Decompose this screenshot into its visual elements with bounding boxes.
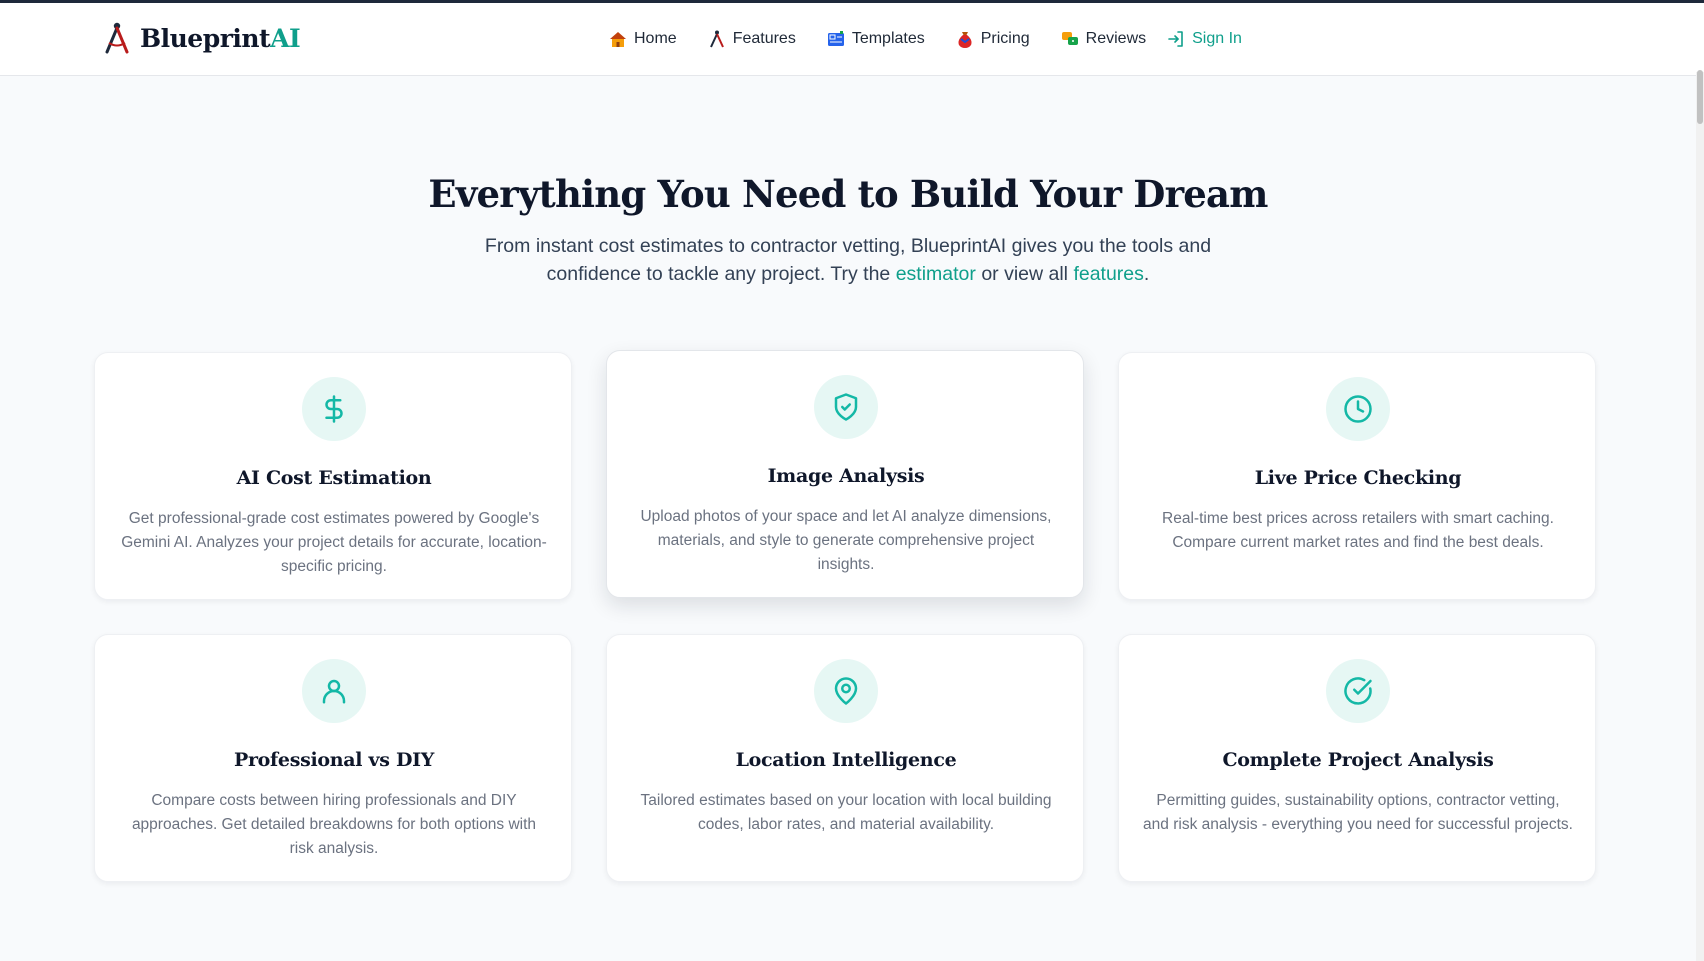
user-icon (322, 679, 346, 704)
nav-pricing-label: Pricing (980, 30, 1030, 47)
feature-icon-badge (302, 659, 366, 723)
nav-features[interactable]: Features (707, 29, 796, 49)
brand-logo[interactable]: BlueprintAI (102, 21, 301, 55)
house-emoji-icon (610, 32, 626, 47)
feature-card-complete-project-analysis: Complete Project Analysis Permitting gui… (1118, 634, 1596, 882)
feature-description: Permitting guides, sustainability option… (1143, 792, 1573, 833)
nav-pricing[interactable]: Pricing (955, 29, 1030, 49)
nav-reviews-label: Reviews (1085, 30, 1147, 47)
feature-icon-badge (1326, 659, 1390, 723)
features-link[interactable]: features (1073, 263, 1143, 285)
blueprint-emoji-icon (827, 31, 844, 46)
scrollbar-thumb[interactable] (1697, 70, 1703, 124)
nav-templates-label: Templates (851, 30, 925, 47)
feature-icon-badge (814, 375, 878, 439)
nav-templates[interactable]: Templates (826, 29, 925, 49)
feature-card-ai-cost-estimation: AI Cost Estimation Get professional-grad… (94, 352, 572, 600)
estimator-link[interactable]: estimator (896, 263, 976, 285)
feature-description: Upload photos of your space and let AI a… (640, 508, 1052, 573)
clock-icon (1344, 395, 1372, 423)
brand-name-main: Blueprint (140, 23, 271, 53)
sign-in-label: Sign In (1192, 30, 1242, 47)
feature-icon-badge (302, 377, 366, 441)
section-subtitle: From instant cost estimates to contracto… (468, 232, 1228, 288)
feature-title: Live Price Checking (1254, 467, 1462, 489)
feature-description: Real-time best prices across retailers w… (1162, 510, 1554, 551)
nav-features-label: Features (732, 30, 796, 47)
subtitle-text-2: or view all (975, 263, 1074, 285)
compass-icon (709, 30, 724, 48)
brand-name: BlueprintAI (140, 23, 301, 53)
feature-description: Get professional-grade cost estimates po… (121, 510, 547, 575)
feature-card-professional-vs-diy: Professional vs DIY Compare costs betwee… (94, 634, 572, 882)
dollar-icon (325, 395, 343, 423)
feature-card-location-intelligence: Location Intelligence Tailored estimates… (606, 634, 1084, 882)
feature-card-image-analysis: Image Analysis Upload photos of your spa… (606, 350, 1084, 598)
subtitle-text-3: . (1143, 263, 1150, 285)
feature-icon-badge (814, 659, 878, 723)
section-heading: Everything You Need to Build Your Dream (428, 172, 1268, 216)
speech-bubbles-emoji-icon (1061, 32, 1078, 45)
drafting-compass-icon (105, 22, 129, 54)
shield-check-icon (834, 393, 858, 421)
sign-in-icon (1168, 31, 1183, 47)
feature-title: Location Intelligence (735, 749, 957, 771)
feature-card-live-price-checking: Live Price Checking Real-time best price… (1118, 352, 1596, 600)
nav-home-label: Home (634, 30, 677, 47)
features-section: Everything You Need to Build Your Dream … (0, 92, 1696, 961)
feature-description: Tailored estimates based on your locatio… (640, 792, 1052, 833)
brand-name-accent: AI (270, 23, 301, 53)
scrollbar-track[interactable] (1696, 72, 1704, 961)
nav-reviews[interactable]: Reviews (1060, 29, 1146, 49)
feature-title: Professional vs DIY (233, 749, 435, 771)
feature-title: Complete Project Analysis (1222, 749, 1494, 771)
main-nav: Home Features Templates Pricing Reviews … (608, 29, 1242, 49)
feature-title: Image Analysis (767, 465, 925, 487)
check-circle-icon (1344, 677, 1372, 705)
money-bag-emoji-icon (958, 32, 972, 48)
feature-title: AI Cost Estimation (236, 467, 432, 489)
feature-description: Compare costs between hiring professiona… (131, 792, 537, 857)
sign-in-link[interactable]: Sign In (1166, 29, 1242, 49)
navbar: BlueprintAI Home Features Templates Pric… (0, 3, 1704, 76)
map-pin-icon (834, 677, 858, 705)
feature-icon-badge (1326, 377, 1390, 441)
nav-home[interactable]: Home (608, 29, 677, 49)
